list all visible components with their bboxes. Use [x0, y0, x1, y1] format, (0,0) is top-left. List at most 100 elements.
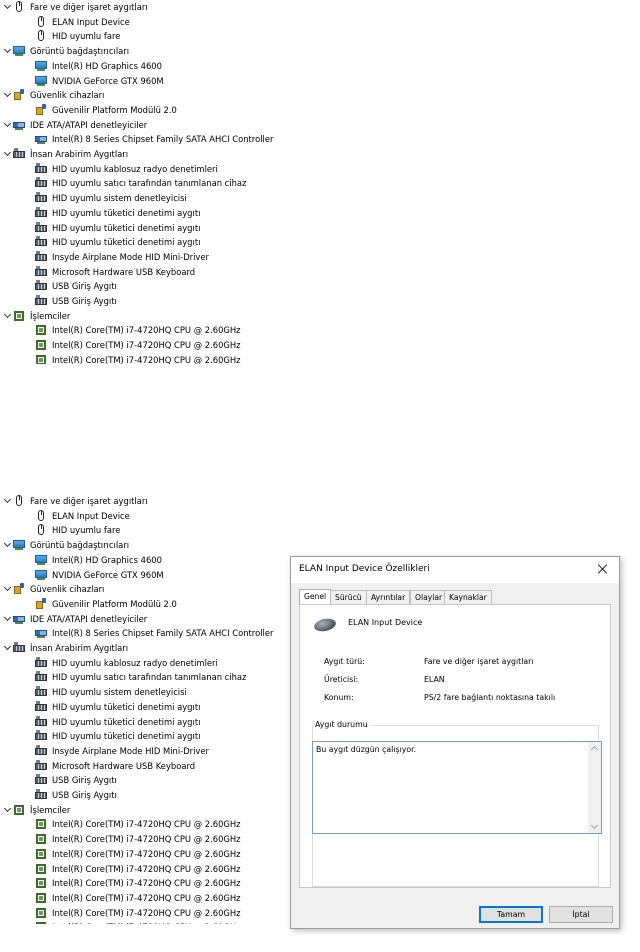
hid-icon — [35, 671, 47, 683]
scroll-up-icon[interactable] — [590, 745, 599, 754]
processor-icon — [13, 310, 25, 322]
device-name: ELAN Input Device — [348, 618, 423, 627]
device-status-textbox[interactable]: Bu aygıt düzgün çalışıyor. — [312, 741, 602, 834]
display-adapter-icon — [13, 539, 25, 551]
tree-item-label: Görüntü bağdaştırıcıları — [30, 46, 130, 57]
tree-item-label: HID uyumlu tüketici denetimi aygıtı — [52, 222, 201, 233]
cancel-button[interactable]: İptal — [549, 906, 613, 923]
security-device-icon — [35, 103, 47, 116]
tab-ayrintilar[interactable]: Ayrıntılar — [366, 590, 411, 604]
tree-item-label: Intel(R) Core(TM) i7-4720HQ CPU @ 2.60GH… — [52, 834, 241, 845]
tree-item-label: Insyde Airplane Mode HID Mini-Driver — [52, 251, 209, 262]
device-tree-bottom: Fare ve diğer işaret aygıtları ELAN Input… — [0, 494, 290, 924]
security-device-icon — [13, 583, 25, 595]
mouse-icon — [35, 15, 47, 28]
chevron-down-icon[interactable] — [3, 494, 13, 508]
tree-item-label: Fare ve diğer işaret aygıtları — [30, 2, 148, 12]
hid-icon — [35, 700, 47, 713]
tree-item-label: HID uyumlu fare — [52, 525, 121, 536]
tree-item-label: ELAN Input Device — [52, 16, 130, 27]
tree-item-label: Güvenilir Platform Modülü 2.0 — [52, 598, 177, 609]
location-label: Konum: — [324, 693, 354, 702]
device-status-title: Aygıt durumu — [313, 720, 370, 729]
display-adapter-icon — [35, 60, 47, 72]
hid-icon — [35, 265, 47, 278]
tree-item-label: HID uyumlu tüketici denetimi aygıtı — [52, 701, 201, 712]
scroll-down-icon[interactable] — [590, 821, 599, 830]
security-device-icon — [35, 597, 47, 610]
ide-controller-icon — [35, 627, 47, 639]
hid-icon — [35, 295, 47, 307]
tab-surucu[interactable]: Sürücü — [330, 590, 367, 604]
ide-controller-icon — [13, 119, 25, 131]
tab-genel[interactable]: Genel — [299, 589, 332, 605]
device-type-value: Fare ve diğer işaret aygıtları — [424, 657, 534, 666]
hid-icon — [35, 162, 47, 175]
ide-controller-icon — [13, 613, 25, 625]
tree-item-label: Insyde Airplane Mode HID Mini-Driver — [52, 745, 209, 756]
chevron-down-icon[interactable] — [3, 118, 13, 132]
bottom-strip — [0, 935, 640, 952]
tree-item-label: USB Giriş Aygıtı — [52, 281, 117, 292]
tree-item-label: İşlemciler — [30, 804, 71, 815]
chevron-down-icon[interactable] — [3, 582, 13, 596]
tree-item-label: NVIDIA GeForce GTX 960M — [52, 569, 164, 580]
hid-icon — [35, 774, 47, 786]
tree-item-label: İşlemciler — [30, 310, 71, 321]
tree-item-label: USB Giriş Aygıtı — [52, 790, 117, 800]
tree-item-label: HID uyumlu sistem denetleyicisi — [52, 687, 187, 698]
chevron-down-icon[interactable] — [3, 88, 13, 102]
device-type-label: Aygıt türü: — [324, 657, 365, 666]
manufacturer-value: ELAN — [424, 675, 445, 684]
dialog-titlebar[interactable]: ELAN Input Device Özellikleri — [291, 557, 619, 583]
status-scrollbar[interactable] — [588, 742, 601, 833]
mouse-icon — [13, 1, 25, 13]
tree-item-label: HID uyumlu sistem denetleyicisi — [52, 193, 187, 204]
chevron-down-icon[interactable] — [3, 538, 13, 552]
processor-icon — [35, 354, 47, 364]
tree-item-label: Intel(R) 8 Series Chipset Family SATA AH… — [52, 628, 274, 639]
dialog-title: ELAN Input Device Özellikleri — [299, 564, 430, 574]
chevron-down-icon[interactable] — [3, 612, 13, 626]
tree-item-label: HID uyumlu kablosuz radyo denetimleri — [52, 163, 218, 174]
display-adapter-icon — [35, 554, 47, 566]
chevron-down-icon[interactable] — [3, 0, 13, 14]
tree-item-label: Intel(R) Core(TM) i7-4720HQ CPU @ 2.60GH… — [52, 892, 241, 903]
location-value: PS/2 fare bağlantı noktasına takılı — [424, 693, 556, 702]
tree-item-label: Intel(R) Core(TM) i7-4720HQ CPU @ 2.60GH… — [52, 878, 241, 889]
tree-item-label: Güvenlik cihazları — [30, 90, 105, 101]
tab-kaynaklar[interactable]: Kaynaklar — [444, 590, 492, 604]
hid-icon — [35, 656, 47, 669]
tree-item-label: USB Giriş Aygıtı — [52, 296, 117, 306]
tree-item-label: IDE ATA/ATAPI denetleyiciler — [30, 119, 148, 130]
tree-item-label: Intel(R) Core(TM) i7-4720HQ CPU @ 2.60GH… — [52, 354, 241, 364]
hid-icon — [35, 177, 47, 189]
hid-icon — [35, 715, 47, 728]
chevron-down-icon[interactable] — [3, 309, 13, 323]
chevron-down-icon[interactable] — [3, 641, 13, 655]
chevron-down-icon[interactable] — [3, 44, 13, 58]
hid-icon — [35, 206, 47, 219]
ok-button[interactable]: Tamam — [479, 906, 543, 923]
tree-item-label: Intel(R) Core(TM) i7-4720HQ CPU @ 2.60GH… — [52, 920, 241, 924]
processor-icon — [35, 863, 47, 875]
chevron-down-icon[interactable] — [3, 803, 13, 817]
mouse-device-icon — [312, 616, 338, 634]
tree-item-label: Intel(R) Core(TM) i7-4720HQ CPU @ 2.60GH… — [52, 907, 241, 918]
tab-olaylar[interactable]: Olaylar — [410, 590, 448, 604]
hid-icon — [13, 642, 25, 654]
close-icon[interactable] — [595, 561, 611, 577]
tree-item-label: Intel(R) Core(TM) i7-4720HQ CPU @ 2.60GH… — [52, 848, 241, 859]
tree-item-label: HID uyumlu kablosuz radyo denetimleri — [52, 657, 218, 668]
ide-controller-icon — [35, 133, 47, 145]
mouse-icon — [13, 495, 25, 507]
chevron-down-icon[interactable] — [3, 147, 13, 161]
hid-icon — [35, 759, 47, 772]
hid-icon — [35, 730, 47, 742]
hid-icon — [35, 221, 47, 234]
mouse-icon — [35, 509, 47, 522]
tree-item-label: İnsan Arabirim Aygıtları — [30, 643, 129, 653]
hid-icon — [35, 236, 47, 248]
hid-icon — [35, 744, 47, 757]
processor-icon — [35, 324, 47, 336]
